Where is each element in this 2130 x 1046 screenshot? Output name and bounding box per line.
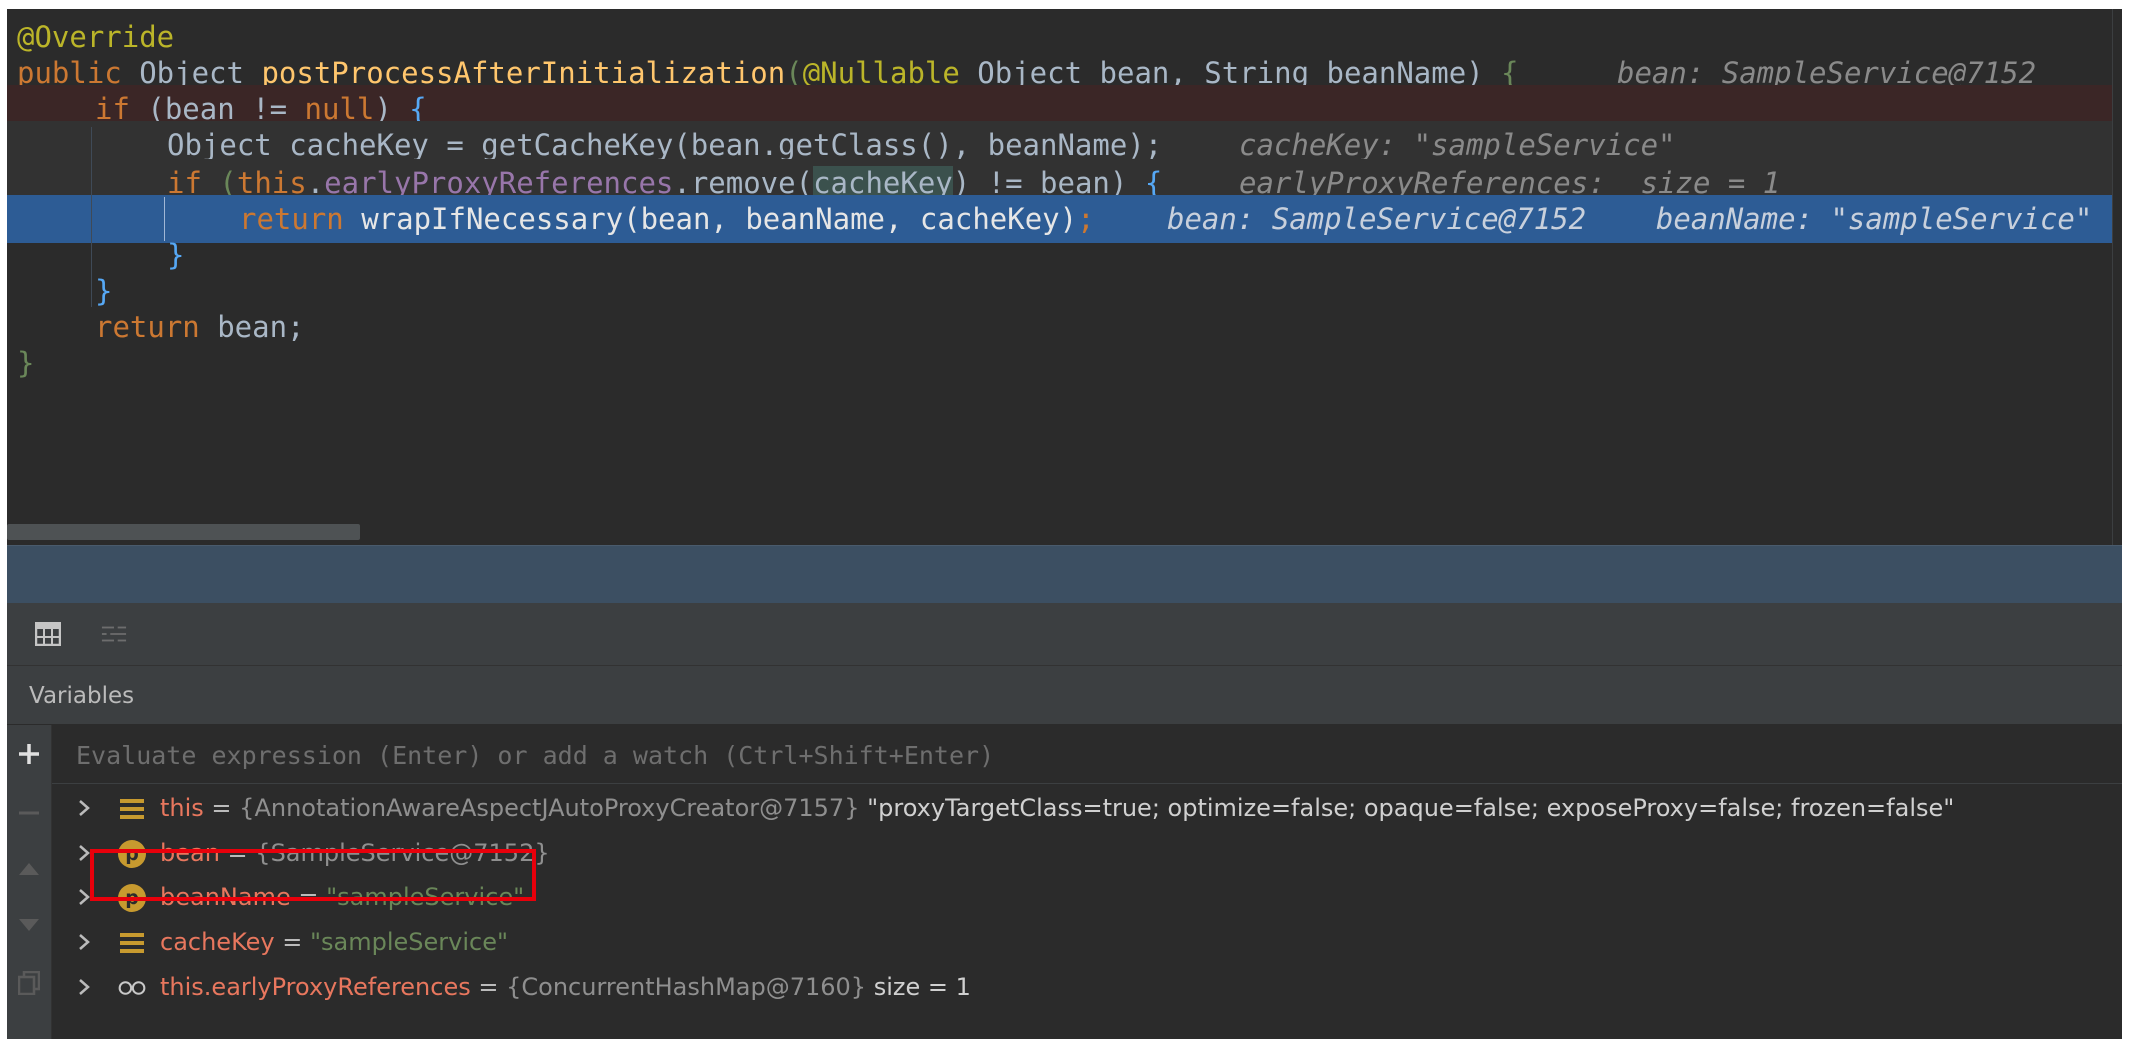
chevron-right-icon[interactable] (72, 786, 96, 830)
variable-row-cachekey[interactable]: cacheKey = "sampleService" (52, 920, 2122, 964)
ide-window: @Override public Object postProcessAfter… (7, 9, 2122, 1039)
field-icon (118, 795, 146, 823)
variable-type: {SampleService@7152} (255, 839, 550, 867)
code-line-close-method: } (17, 346, 35, 380)
add-watch-icon[interactable] (13, 738, 45, 770)
variable-name: this (160, 794, 204, 822)
panel-title: Variables (29, 683, 135, 709)
variables-panel-header: Variables (7, 666, 2122, 725)
move-down-icon[interactable] (13, 909, 45, 941)
variable-row-early-proxy-references[interactable]: this.earlyProxyReferences = {ConcurrentH… (52, 965, 2122, 1009)
code-editor[interactable]: @Override public Object postProcessAfter… (7, 9, 2122, 545)
indent-guide (91, 247, 92, 267)
variable-name: bean (160, 839, 220, 867)
parameter-icon: p (118, 884, 146, 912)
evaluate-expression-row (52, 725, 2122, 784)
chevron-right-icon[interactable] (72, 965, 96, 1009)
chevron-right-icon[interactable] (72, 831, 96, 875)
variable-type: {AnnotationAwareAspectJAutoProxyCreator@… (239, 794, 860, 822)
evaluate-expression-input[interactable] (74, 733, 1978, 777)
variable-row-this[interactable]: this = {AnnotationAwareAspectJAutoProxyC… (52, 786, 2122, 830)
layout-settings-icon[interactable] (101, 621, 127, 647)
variable-value: "sampleService" (326, 883, 525, 911)
chevron-right-icon[interactable] (72, 875, 96, 919)
debug-tab-bar (7, 545, 2122, 604)
variables-side-toolbar (7, 725, 52, 1039)
variable-value: size = 1 (866, 973, 971, 1001)
indent-guide (91, 127, 92, 307)
variable-type: {ConcurrentHashMap@7160} (506, 973, 867, 1001)
variable-name: this.earlyProxyReferences (160, 973, 471, 1001)
table-view-icon[interactable] (35, 621, 61, 647)
variable-value: "sampleService" (309, 928, 509, 956)
parameter-icon: p (118, 840, 146, 868)
debugger-toolbar (7, 603, 2122, 666)
move-up-icon[interactable] (13, 853, 45, 885)
variable-name: cacheKey (160, 928, 275, 956)
chevron-right-icon[interactable] (72, 920, 96, 964)
variable-row-beanname[interactable]: p beanName = "sampleService" (52, 875, 2122, 919)
editor-right-gutter (2112, 9, 2122, 545)
variable-row-bean[interactable]: p bean = {SampleService@7152} (52, 831, 2122, 875)
variable-value: "proxyTargetClass=true; optimize=false; … (859, 794, 1955, 822)
variable-name: beanName (160, 883, 291, 911)
watch-icon (118, 974, 146, 1002)
field-icon (118, 929, 146, 957)
copy-icon[interactable] (13, 967, 45, 999)
variables-tree: this = {AnnotationAwareAspectJAutoProxyC… (52, 784, 2122, 1039)
horizontal-scrollbar[interactable] (7, 524, 360, 540)
indent-guide (164, 197, 165, 241)
remove-watch-icon[interactable] (13, 797, 45, 829)
